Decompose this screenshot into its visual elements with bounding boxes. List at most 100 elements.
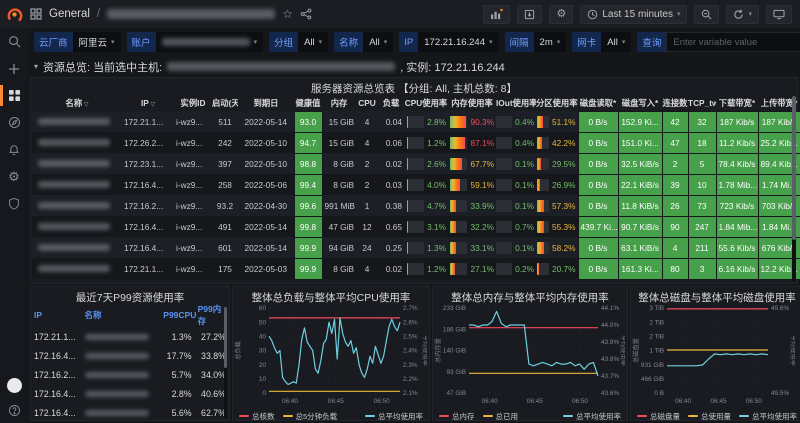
panel-title[interactable]: 服务器资源总览表 【分组: All, 主机总数: 8】 xyxy=(31,78,797,94)
col-header-11[interactable]: IOut使用率 xyxy=(496,95,536,111)
col-header-12[interactable]: 分区使用率* xyxy=(536,95,578,111)
row-header-resource-overview[interactable]: ▾ 资源总览: 当前选中主机: , 实例: 172.21.16.244 xyxy=(30,56,798,77)
col-header-13[interactable]: 磁盘读取* xyxy=(578,95,618,111)
legend-item[interactable]: 总使用量 xyxy=(688,411,731,422)
refresh-button[interactable]: ▾ xyxy=(726,4,759,24)
legend-item[interactable]: 总平均使用率 xyxy=(739,411,797,422)
user-avatar[interactable] xyxy=(6,378,22,393)
sidebar-item-server-admin[interactable] xyxy=(0,190,28,217)
p99-scrollbar[interactable] xyxy=(224,307,227,418)
grafana-logo[interactable] xyxy=(6,6,23,23)
variable-value-dropdown[interactable]: All ▾ xyxy=(601,32,632,52)
variable-value-dropdown[interactable]: 2m ▾ xyxy=(533,32,567,52)
variable-label: 间隔 xyxy=(504,32,534,52)
cell-cpu-count: 4 xyxy=(364,116,370,127)
variable-5: 间隔 2m ▾ xyxy=(504,32,567,52)
dashboard-area: ▾ 资源总览: 当前选中主机: , 实例: 172.21.16.244 服务器资… xyxy=(28,56,800,423)
breadcrumb-section[interactable]: General xyxy=(49,8,90,20)
time-range-label: Last 15 minutes xyxy=(602,8,673,20)
table-row[interactable]: 172.16.4... i-wz9... 491 2022-05-14 99.8 47 G… xyxy=(32,215,800,238)
p99-col-cpu[interactable]: P99CPU xyxy=(160,303,196,327)
col-header-3[interactable]: 启动(天) xyxy=(212,95,238,111)
variable-query-input[interactable] xyxy=(666,32,800,52)
col-header-2[interactable]: 实例ID xyxy=(174,95,212,111)
legend-item[interactable]: 总核数 xyxy=(239,411,275,422)
legend-item[interactable]: 总磁盘量 xyxy=(637,411,680,422)
sidebar-item-dashboards[interactable] xyxy=(0,82,28,109)
svg-text:2.4%: 2.4% xyxy=(403,348,418,355)
filter-icon[interactable]: ▽ xyxy=(149,102,155,108)
sidebar-item-create[interactable] xyxy=(0,55,28,82)
p99-col-name[interactable]: 名称 xyxy=(82,303,161,327)
cycle-view-button[interactable] xyxy=(766,4,792,24)
p99-row[interactable]: 172.16.4... 5.6% 62.7% xyxy=(31,403,229,422)
cell-health: 99.8 xyxy=(293,215,323,238)
dashboard-settings-button[interactable]: ⚙ xyxy=(549,4,574,24)
panel-title[interactable]: 整体总负载与整体平均CPU使用率 xyxy=(233,287,429,303)
dashboard-title-redacted[interactable] xyxy=(107,9,276,19)
gauge-cell: 0.2% xyxy=(496,258,536,279)
table-row[interactable]: 172.21.1... i-wz9... 511 2022-05-14 93.0 15 G… xyxy=(32,110,800,133)
star-icon[interactable]: ☆ xyxy=(282,8,293,20)
col-header-10[interactable]: 内存使用率 xyxy=(448,95,496,111)
svg-text:49.5%: 49.5% xyxy=(771,390,789,397)
sidebar-item-help[interactable] xyxy=(0,401,28,419)
p99-row[interactable]: 172.21.1... 1.3% 27.2% xyxy=(31,327,229,346)
p99-row[interactable]: 172.16.2... 5.7% 34.0% xyxy=(31,365,229,384)
cell-load: 0.38 xyxy=(385,200,402,211)
time-picker[interactable]: Last 15 minutes ▾ xyxy=(580,4,688,24)
col-header-17[interactable]: 下载带宽* xyxy=(716,95,758,111)
table-row[interactable]: 172.16.4... i-wz9... 601 2022-05-14 99.9 94 G… xyxy=(32,236,800,259)
svg-text:43.8%: 43.8% xyxy=(601,356,619,363)
variable-value-dropdown[interactable]: All ▾ xyxy=(298,32,329,52)
variable-value-dropdown[interactable]: All ▾ xyxy=(363,32,394,52)
p99-row[interactable]: 172.16.4... 2.8% 40.6% xyxy=(31,384,229,403)
table-row[interactable]: 172.16.4... i-wz9... 258 2022-05-06 99.4 8 Gi… xyxy=(32,173,800,196)
gauge-cell: 0.1% xyxy=(496,153,536,174)
col-header-7[interactable]: CPU xyxy=(356,95,378,111)
sidebar-item-alerting[interactable] xyxy=(0,136,28,163)
col-header-6[interactable]: 内存 xyxy=(322,95,356,111)
share-icon[interactable] xyxy=(300,8,312,20)
zoom-out-button[interactable] xyxy=(694,4,720,24)
variable-value-dropdown[interactable]: 阿里云 ▾ xyxy=(72,32,121,52)
variable-label: 名称 xyxy=(334,32,364,52)
col-header-16[interactable]: TCP_tw xyxy=(688,95,716,111)
save-dashboard-button[interactable] xyxy=(517,4,543,24)
table-row[interactable]: 172.26.2... i-wz9... 242 2022-05-10 94.7 15 G… xyxy=(32,131,800,154)
variable-value-dropdown[interactable]: ▾ xyxy=(155,32,264,52)
col-header-9[interactable]: CPU使用率 xyxy=(404,95,448,111)
add-panel-button[interactable] xyxy=(483,4,511,24)
legend-item[interactable]: 总5分钟负载 xyxy=(282,411,337,422)
col-header-14[interactable]: 磁盘写入* xyxy=(618,95,662,111)
sidebar-item-configuration[interactable]: ⚙ xyxy=(0,163,28,190)
cell-instance: i-wz9... xyxy=(176,137,203,148)
table-scrollbar[interactable] xyxy=(792,96,796,281)
col-header-0[interactable]: 名称 ▽ xyxy=(32,95,122,111)
p99-col-ip[interactable]: IP xyxy=(31,303,82,327)
col-header-4[interactable]: 到期日 xyxy=(238,95,294,111)
legend-item[interactable]: 总平均使用率 xyxy=(365,411,423,422)
col-header-1[interactable]: IP ▽ xyxy=(122,95,174,111)
panel-title[interactable]: 整体总磁盘与整体平均磁盘使用率 xyxy=(631,287,800,303)
col-header-8[interactable]: 负载 xyxy=(378,95,404,111)
legend-item[interactable]: 总已用 xyxy=(482,411,518,422)
panel-title[interactable]: 最近7天P99资源使用率 xyxy=(31,287,229,303)
dashboards-grid-icon[interactable] xyxy=(30,8,42,20)
col-header-15[interactable]: 连接数 xyxy=(662,95,688,111)
variable-value-dropdown[interactable]: 172.21.16.244 ▾ xyxy=(418,32,499,52)
table-row[interactable]: 172.21.1... i-wz9... 175 2022-05-03 99.9 8 Gi… xyxy=(32,257,800,280)
p99-row[interactable]: 172.16.4... 17.7% 33.8% xyxy=(31,346,229,365)
legend-item[interactable]: 总内存 xyxy=(439,411,475,422)
gauge-cell: 2.8% xyxy=(404,111,448,132)
table-row[interactable]: 172.16.2... i-wz9... 93.2 2022-04-30 99.6 991… xyxy=(32,194,800,217)
filter-icon[interactable]: ▽ xyxy=(82,102,89,108)
table-row[interactable]: 172.23.1... i-wz9... 397 2022-05-10 98.8 8 Gi… xyxy=(32,152,800,175)
col-header-5[interactable]: 健康值 xyxy=(294,95,322,111)
panel-title[interactable]: 整体总内存与整体平均内存使用率 xyxy=(433,287,627,303)
legend-item[interactable]: 总平均使用率 xyxy=(563,411,621,422)
cell-ip: 172.21.1... xyxy=(124,116,164,127)
svg-text:2 TiB: 2 TiB xyxy=(649,319,664,326)
sidebar-item-search[interactable] xyxy=(0,28,28,55)
sidebar-item-explore[interactable] xyxy=(0,109,28,136)
